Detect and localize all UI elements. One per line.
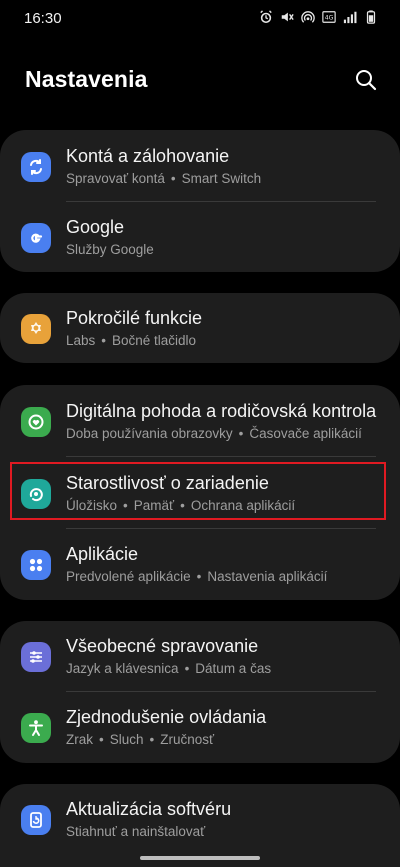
settings-item-device-care[interactable]: Starostlivosť o zariadenie Úložisko • Pamä… xyxy=(0,457,400,529)
settings-group-advanced: Pokročilé funkcie Labs • Bočné tlačidlo xyxy=(0,293,400,363)
item-subtitle: Služby Google xyxy=(66,242,154,257)
volte-icon: 4G xyxy=(322,11,336,23)
settings-item-accessibility[interactable]: Zjednodušenie ovládania Zrak • Sluch • Zručn… xyxy=(0,691,400,763)
item-subtitle: Zrak • Sluch • Zručnosť xyxy=(66,732,215,747)
item-title: Zjednodušenie ovládania xyxy=(66,707,267,727)
settings-item-advanced-features[interactable]: Pokročilé funkcie Labs • Bočné tlačidlo xyxy=(0,292,400,364)
advanced-features-icon xyxy=(21,314,51,344)
status-bar: 16:30 4G xyxy=(0,0,400,36)
settings-item-accounts-backup[interactable]: Kontá a zálohovanie Spravovať kontá • Smar… xyxy=(0,130,400,202)
signal-icon xyxy=(343,11,357,24)
settings-item-software-update[interactable]: Aktualizácia softvéru Stiahnuť a nainšta… xyxy=(0,783,400,855)
item-title: Digitálna pohoda a rodičovská kontrola xyxy=(66,401,377,421)
item-title: Aplikácie xyxy=(66,544,139,564)
status-icons: 4G xyxy=(259,10,378,24)
item-title: Google xyxy=(66,217,125,237)
apps-icon xyxy=(21,550,51,580)
page-title: Nastavenia xyxy=(25,66,148,92)
settings-group-accounts: Kontá a zálohovanie Spravovať kontá • Smar… xyxy=(0,130,400,272)
svg-text:4G: 4G xyxy=(325,15,334,22)
item-title: Pokročilé funkcie xyxy=(66,308,203,328)
gesture-nav-handle[interactable] xyxy=(140,856,260,860)
general-management-icon xyxy=(21,642,51,672)
status-time: 16:30 xyxy=(24,10,62,27)
sync-icon xyxy=(21,152,51,182)
settings-group-device: Digitálna pohoda a rodičovská kontrola D… xyxy=(0,385,400,600)
item-title: Kontá a zálohovanie xyxy=(66,146,230,166)
item-title: Všeobecné spravovanie xyxy=(66,636,259,656)
settings-item-google[interactable]: Google Služby Google xyxy=(0,201,400,273)
settings-item-apps[interactable]: Aplikácie Predvolené aplikácie • Nastaveni… xyxy=(0,528,400,600)
item-subtitle: Predvolené aplikácie • Nastavenia aplikáci… xyxy=(66,569,328,584)
hotspot-icon xyxy=(301,11,315,23)
search-icon xyxy=(356,70,377,91)
battery-icon xyxy=(366,10,376,24)
settings-item-general-management[interactable]: Všeobecné spravovanie Jazyk a klávesnica… xyxy=(0,620,400,692)
device-care-icon xyxy=(21,479,51,509)
digital-wellbeing-icon xyxy=(21,407,51,437)
alarm-icon xyxy=(260,10,272,24)
item-subtitle: Stiahnuť a nainštalovať xyxy=(66,824,206,839)
mute-icon xyxy=(281,12,294,22)
item-subtitle: Doba používania obrazovky • Časovače aplik… xyxy=(66,426,362,441)
software-update-icon xyxy=(21,805,51,835)
google-icon xyxy=(21,223,51,253)
settings-group-general: Všeobecné spravovanie Jazyk a klávesnica… xyxy=(0,621,400,763)
item-subtitle: Labs • Bočné tlačidlo xyxy=(66,333,197,348)
item-title: Starostlivosť o zariadenie xyxy=(66,473,269,493)
item-subtitle: Jazyk a klávesnica • Dátum a čas xyxy=(66,661,272,676)
search-button[interactable] xyxy=(352,66,380,94)
item-subtitle: Úložisko • Pamäť • Ochrana aplikácií xyxy=(66,498,296,513)
settings-item-digital-wellbeing[interactable]: Digitálna pohoda a rodičovská kontrola D… xyxy=(0,385,400,457)
item-title: Aktualizácia softvéru xyxy=(66,799,232,819)
settings-group-update: Aktualizácia softvéru Stiahnuť a nainšta… xyxy=(0,784,400,867)
accessibility-icon xyxy=(21,713,51,743)
item-subtitle: Spravovať kontá • Smart Switch xyxy=(66,171,262,186)
